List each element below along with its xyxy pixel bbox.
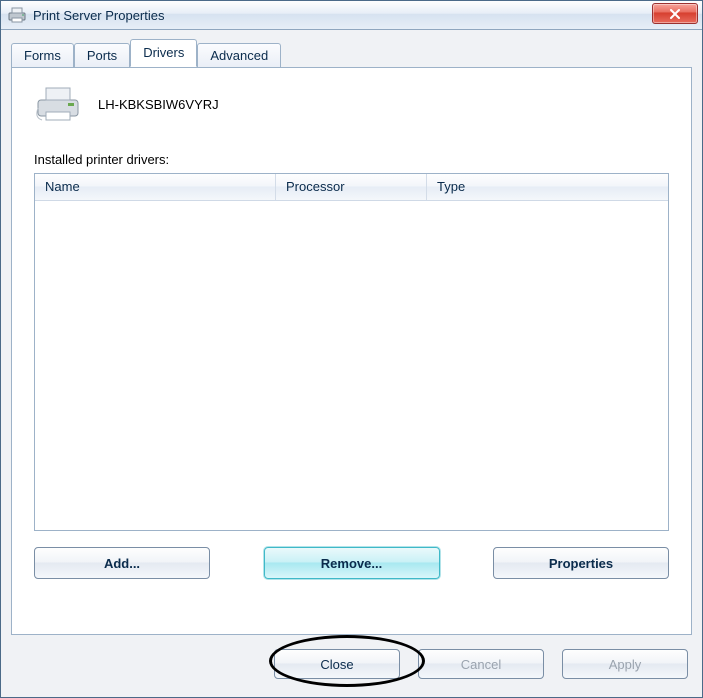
installed-drivers-label: Installed printer drivers: [34, 152, 669, 167]
apply-button: Apply [562, 649, 688, 679]
server-name: LH-KBKSBIW6VYRJ [98, 97, 219, 112]
titlebar: Print Server Properties [1, 1, 702, 30]
tab-advanced[interactable]: Advanced [197, 43, 281, 68]
tab-ports[interactable]: Ports [74, 43, 130, 68]
tab-forms[interactable]: Forms [11, 43, 74, 68]
add-button[interactable]: Add... [34, 547, 210, 579]
close-button[interactable]: Close [274, 649, 400, 679]
listview-body[interactable] [35, 201, 668, 531]
tab-row: Forms Ports Drivers Advanced [11, 41, 692, 67]
print-server-properties-window: Print Server Properties Forms Ports Driv… [0, 0, 703, 698]
listview-header: Name Processor Type [35, 174, 668, 201]
printer-title-icon [7, 7, 27, 23]
cancel-button: Cancel [418, 649, 544, 679]
column-type[interactable]: Type [427, 174, 668, 200]
drivers-listview[interactable]: Name Processor Type [34, 173, 669, 531]
properties-button[interactable]: Properties [493, 547, 669, 579]
panel-button-row: Add... Remove... Properties [34, 547, 669, 579]
panel-header: LH-KBKSBIW6VYRJ [34, 84, 669, 124]
drivers-panel: LH-KBKSBIW6VYRJ Installed printer driver… [11, 67, 692, 635]
column-processor[interactable]: Processor [276, 174, 427, 200]
column-name[interactable]: Name [35, 174, 276, 200]
client-area: Forms Ports Drivers Advanced LH-KBKSBIW6… [11, 41, 692, 685]
window-title: Print Server Properties [33, 8, 165, 23]
dialog-button-row: Close Cancel Apply [274, 643, 688, 685]
tab-drivers[interactable]: Drivers [130, 39, 197, 67]
remove-button[interactable]: Remove... [264, 547, 440, 579]
printer-icon [34, 84, 82, 124]
window-close-button[interactable] [652, 3, 698, 24]
